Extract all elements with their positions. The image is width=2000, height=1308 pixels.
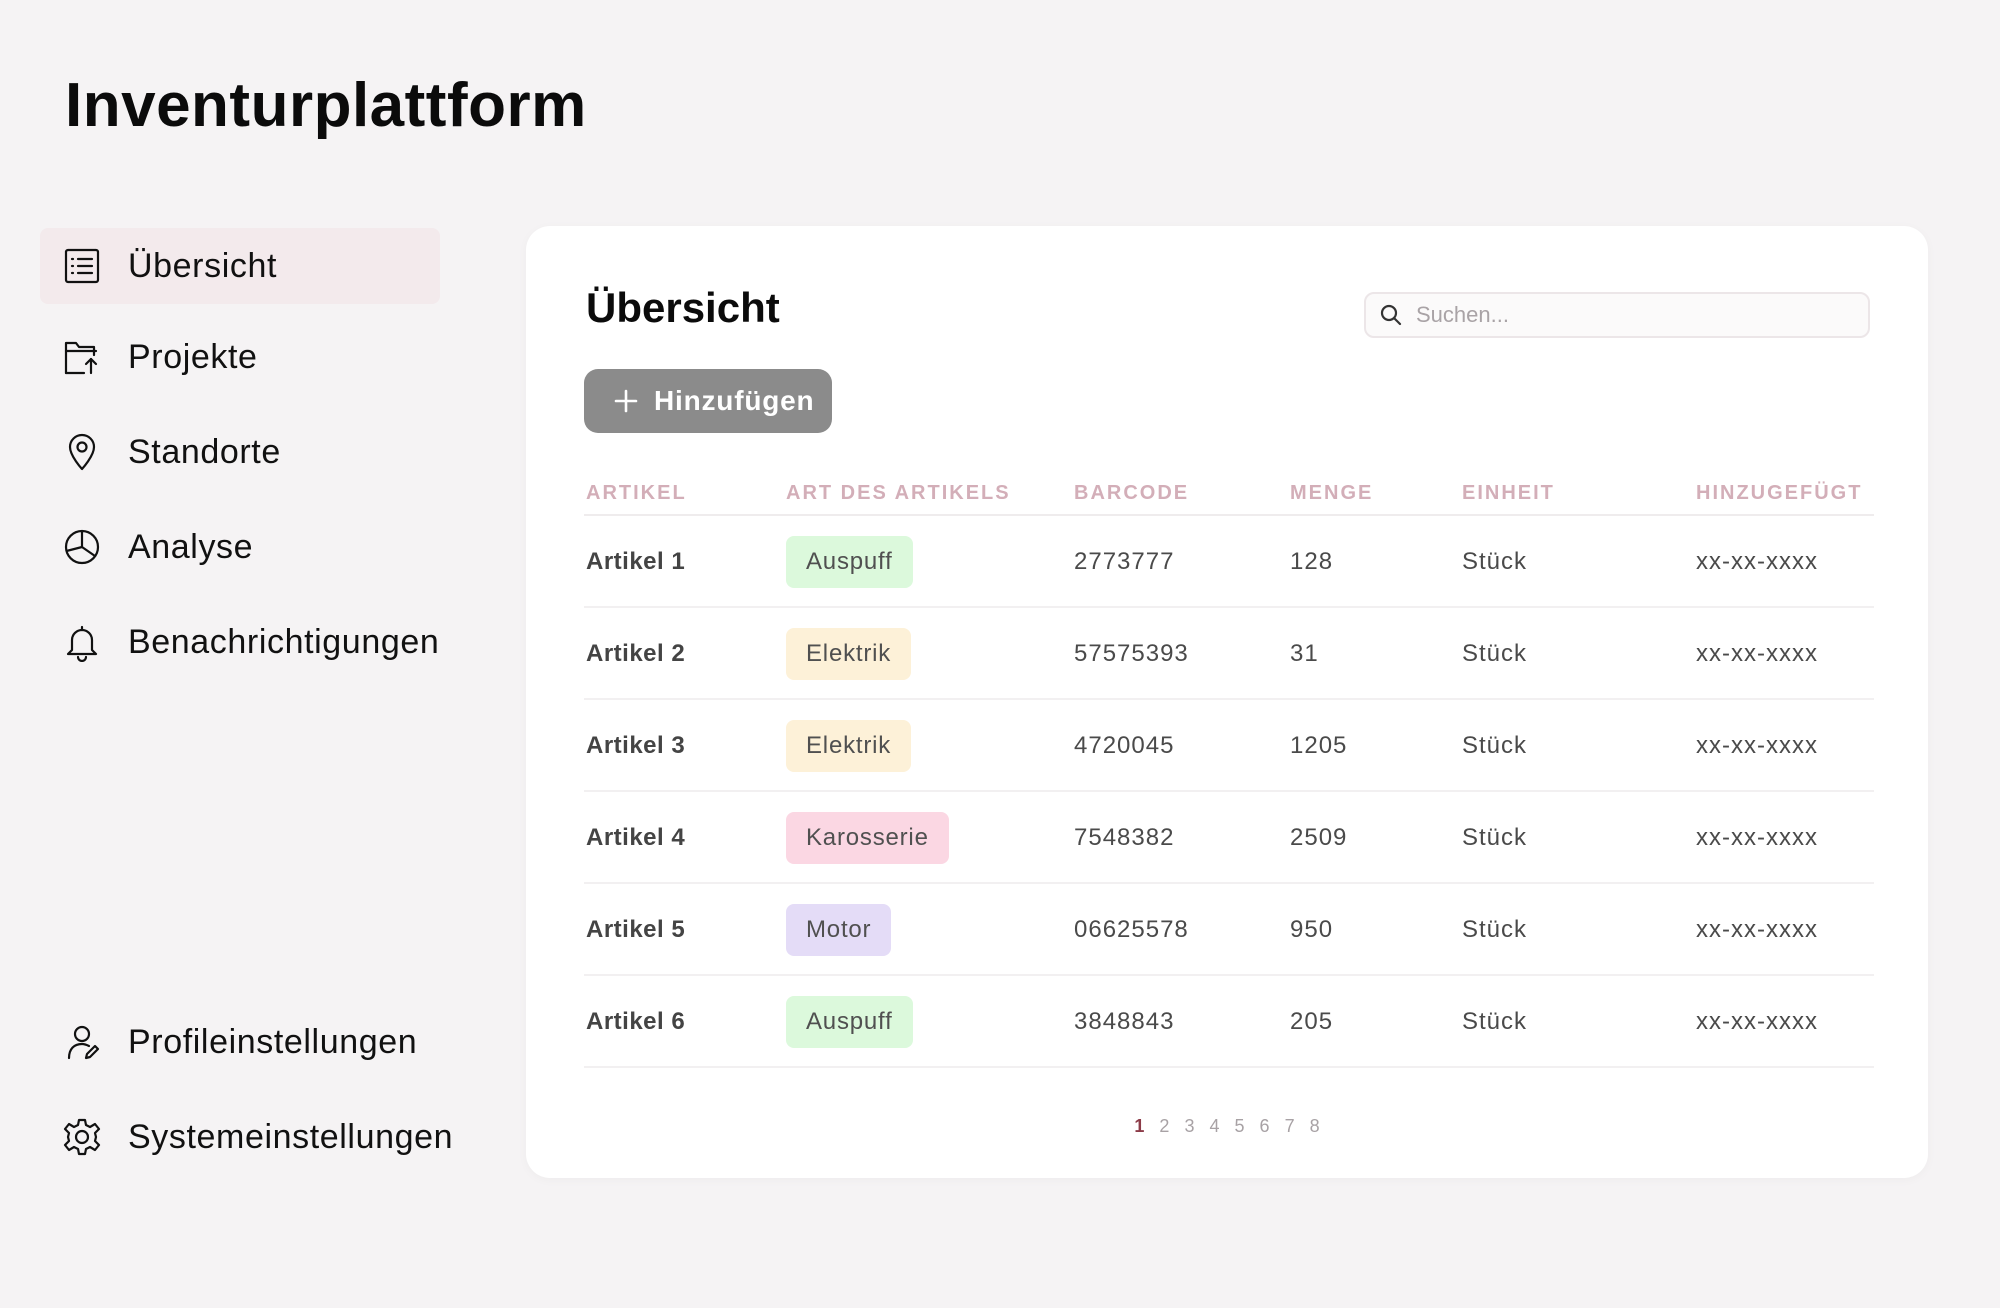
plus-icon <box>614 389 638 413</box>
sidebar-item-systemeinstellungen[interactable]: Systemeinstellungen <box>40 1099 453 1175</box>
cell-unit: Stück <box>1462 824 1528 851</box>
sidebar-item-label: Übersicht <box>128 246 278 285</box>
cell-article: Artikel 1 <box>586 548 686 575</box>
table-row[interactable]: Artikel 1 Auspuff 2773777 128 Stück xx-x… <box>584 516 1874 608</box>
bell-icon <box>62 622 102 662</box>
column-header-menge[interactable]: Menge <box>1290 482 1373 505</box>
cell-article: Artikel 3 <box>586 732 686 759</box>
list-icon <box>62 246 102 286</box>
type-badge: Auspuff <box>786 996 913 1048</box>
cell-quantity: 950 <box>1290 916 1334 943</box>
folder-upload-icon <box>62 337 102 377</box>
table-row[interactable]: Artikel 4 Karosserie 7548382 2509 Stück … <box>584 792 1874 884</box>
table-row[interactable]: Artikel 5 Motor 06625578 950 Stück xx-xx… <box>584 884 1874 976</box>
overview-card: Übersicht Hinzufügen Artikel Art des Art… <box>526 226 1928 1178</box>
cell-barcode: 3848843 <box>1074 1008 1175 1035</box>
cell-added: xx-xx-xxxx <box>1696 640 1818 667</box>
cell-barcode: 2773777 <box>1074 548 1175 575</box>
type-badge: Karosserie <box>786 812 949 864</box>
cell-article: Artikel 5 <box>586 916 686 943</box>
type-badge: Elektrik <box>786 628 912 680</box>
type-badge: Elektrik <box>786 720 912 772</box>
cell-quantity: 31 <box>1290 640 1319 667</box>
table-row[interactable]: Artikel 6 Auspuff 3848843 205 Stück xx-x… <box>584 976 1874 1068</box>
column-header-hinzugefuegt[interactable]: Hinzugefügt <box>1696 482 1862 505</box>
cell-unit: Stück <box>1462 640 1528 667</box>
cell-unit: Stück <box>1462 1008 1528 1035</box>
page-link-3[interactable]: 3 <box>1184 1116 1194 1137</box>
type-badge: Motor <box>786 904 892 956</box>
page-link-1[interactable]: 1 <box>1134 1116 1144 1137</box>
location-pin-icon <box>62 432 102 472</box>
cell-barcode: 06625578 <box>1074 916 1189 943</box>
sidebar-item-label: Profileinstellungen <box>128 1022 418 1061</box>
page-link-2[interactable]: 2 <box>1159 1116 1169 1137</box>
search-input[interactable] <box>1414 301 1838 329</box>
sidebar-item-label: Analyse <box>128 527 254 566</box>
sidebar-item-standorte[interactable]: Standorte <box>40 414 440 490</box>
cell-barcode: 4720045 <box>1074 732 1175 759</box>
add-button[interactable]: Hinzufügen <box>584 369 832 433</box>
table-row[interactable]: Artikel 2 Elektrik 57575393 31 Stück xx-… <box>584 608 1874 700</box>
page-link-7[interactable]: 7 <box>1285 1116 1295 1137</box>
pagination: 1 2 3 4 5 6 7 8 <box>526 1116 1928 1137</box>
inventory-table: Artikel Art des Artikels Barcode Menge E… <box>584 476 1874 1068</box>
cell-article: Artikel 2 <box>586 640 686 667</box>
column-header-artikel[interactable]: Artikel <box>586 482 687 505</box>
page-link-8[interactable]: 8 <box>1310 1116 1320 1137</box>
cell-added: xx-xx-xxxx <box>1696 1008 1818 1035</box>
add-button-label: Hinzufügen <box>654 385 815 416</box>
column-header-einheit[interactable]: Einheit <box>1462 482 1555 505</box>
sidebar-item-label: Standorte <box>128 432 281 471</box>
search-box[interactable] <box>1364 292 1870 338</box>
cell-barcode: 7548382 <box>1074 824 1175 851</box>
cell-added: xx-xx-xxxx <box>1696 916 1818 943</box>
app-title: Inventurplattform <box>65 71 587 140</box>
sidebar-item-benachrichtigungen[interactable]: Benachrichtigungen <box>40 604 440 680</box>
sidebar-item-label: Projekte <box>128 337 258 376</box>
table-header: Artikel Art des Artikels Barcode Menge E… <box>584 476 1874 516</box>
column-header-barcode[interactable]: Barcode <box>1074 482 1189 505</box>
cell-article: Artikel 4 <box>586 824 686 851</box>
type-badge: Auspuff <box>786 536 913 588</box>
sidebar-item-profileinstellungen[interactable]: Profileinstellungen <box>40 1004 440 1080</box>
cell-unit: Stück <box>1462 916 1528 943</box>
page-link-5[interactable]: 5 <box>1235 1116 1245 1137</box>
page-link-6[interactable]: 6 <box>1260 1116 1270 1137</box>
cell-quantity: 2509 <box>1290 824 1348 851</box>
cell-quantity: 1205 <box>1290 732 1348 759</box>
cell-article: Artikel 6 <box>586 1008 686 1035</box>
sidebar-item-label: Systemeinstellungen <box>128 1117 454 1156</box>
page-link-4[interactable]: 4 <box>1209 1116 1219 1137</box>
cell-added: xx-xx-xxxx <box>1696 824 1818 851</box>
cell-added: xx-xx-xxxx <box>1696 732 1818 759</box>
cell-added: xx-xx-xxxx <box>1696 548 1818 575</box>
sidebar-item-label: Benachrichtigungen <box>128 622 440 661</box>
gear-icon <box>62 1117 102 1157</box>
cell-unit: Stück <box>1462 548 1528 575</box>
cell-barcode: 57575393 <box>1074 640 1189 667</box>
cell-quantity: 205 <box>1290 1008 1334 1035</box>
user-edit-icon <box>62 1022 102 1062</box>
pie-chart-icon <box>62 527 102 567</box>
search-icon <box>1380 304 1402 326</box>
sidebar-item-projekte[interactable]: Projekte <box>40 319 440 395</box>
table-row[interactable]: Artikel 3 Elektrik 4720045 1205 Stück xx… <box>584 700 1874 792</box>
column-header-art[interactable]: Art des Artikels <box>786 482 1011 505</box>
sidebar-item-uebersicht[interactable]: Übersicht <box>40 228 440 304</box>
sidebar-item-analyse[interactable]: Analyse <box>40 509 440 585</box>
cell-unit: Stück <box>1462 732 1528 759</box>
page-title: Übersicht <box>586 284 780 331</box>
cell-quantity: 128 <box>1290 548 1334 575</box>
